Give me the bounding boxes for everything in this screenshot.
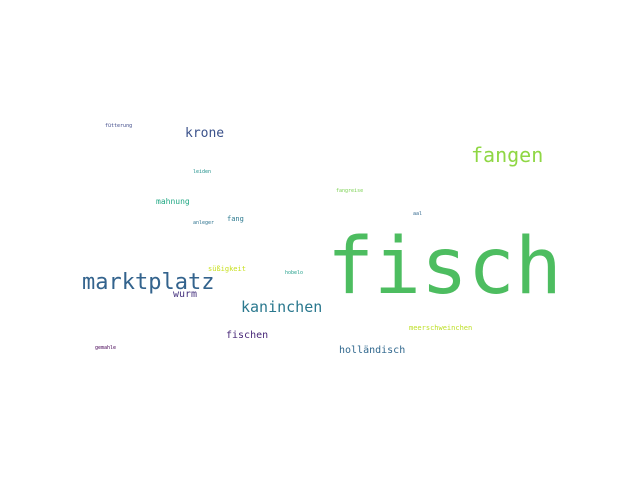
word: mahnung [156,197,190,206]
word: hobelo [285,270,304,276]
word: leiden [193,169,212,175]
word: krone [185,126,225,141]
word: wurm [173,289,198,300]
word: aal [413,211,423,217]
word: süßigkeit [208,265,246,273]
word: fangreise [336,188,364,194]
word: holländisch [339,345,406,356]
word: fütterung [105,123,133,129]
word: meerschweinchen [409,324,473,332]
word: anleger [193,220,215,226]
word: fang [227,215,244,223]
word: kaninchen [241,298,323,316]
word: fischen [226,330,269,341]
word: gemahle [95,345,117,351]
word: fangen [471,143,544,167]
word: fisch [327,222,562,312]
word-cloud: fisch marktplatz fangen kaninchen krone … [0,0,640,480]
